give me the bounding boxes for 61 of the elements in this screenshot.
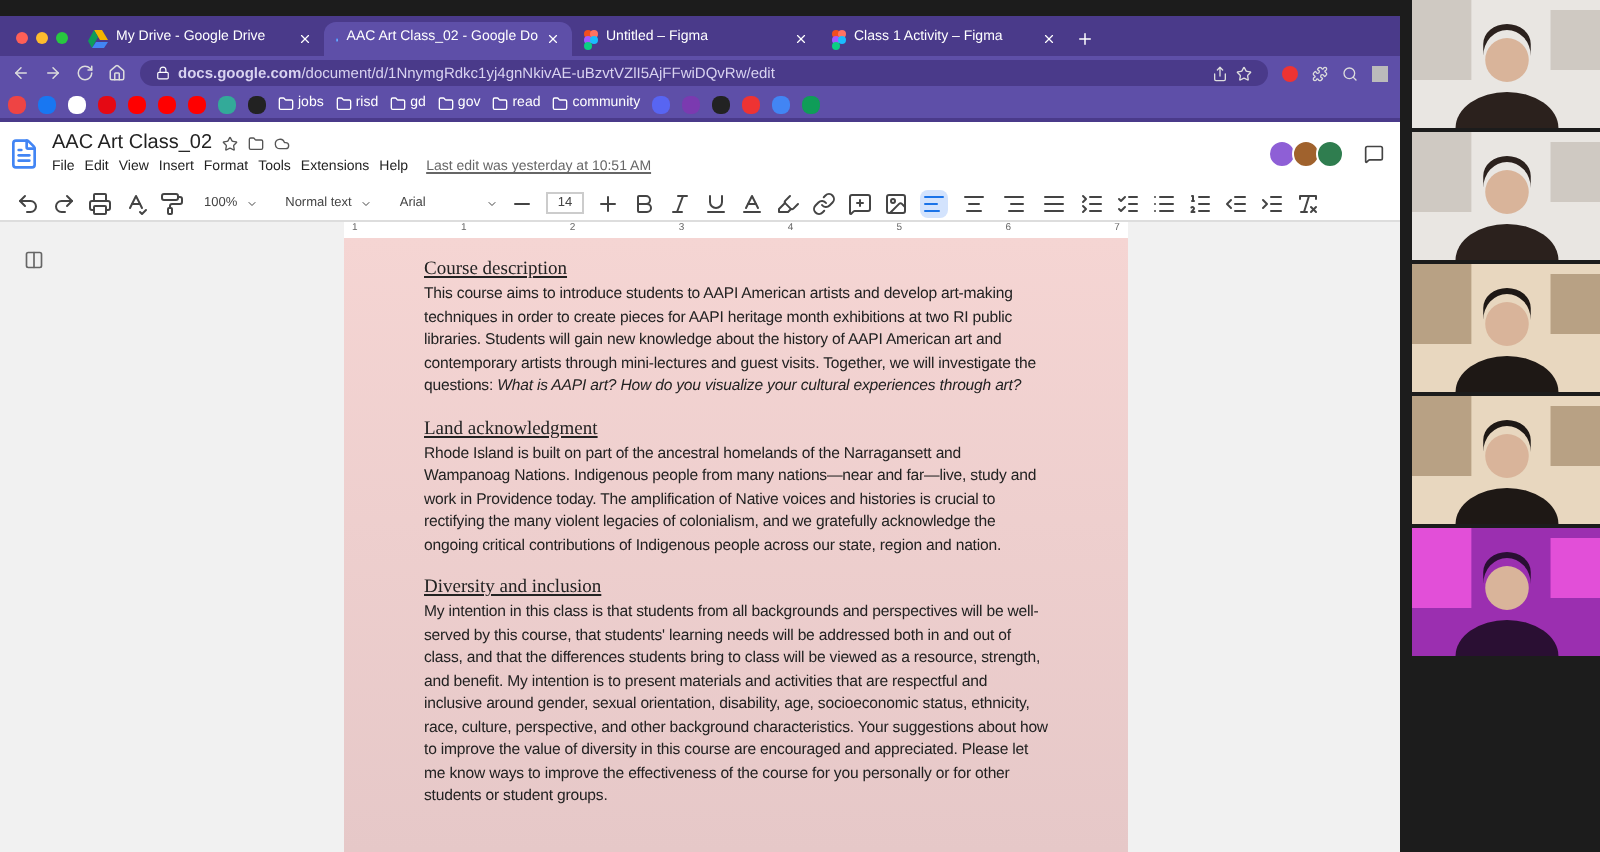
collaborator-avatar[interactable]	[1316, 140, 1344, 168]
folder-icon	[390, 96, 407, 112]
highlight-icon[interactable]	[776, 191, 801, 215]
drive-icon	[88, 30, 108, 48]
paint-format-icon[interactable]	[160, 191, 184, 215]
increase-indent-icon[interactable]	[1260, 191, 1285, 215]
undo-icon[interactable]	[16, 191, 40, 215]
folder-icon	[552, 96, 569, 112]
numbered-list-icon[interactable]	[1188, 191, 1213, 215]
figma-icon	[584, 29, 598, 49]
star-icon[interactable]	[222, 135, 239, 152]
puzzle-icon[interactable]	[1312, 65, 1328, 81]
section-heading: Land acknowledgment	[424, 417, 600, 441]
folder-icon	[335, 96, 352, 112]
line-spacing-icon[interactable]	[1080, 191, 1105, 215]
decrease-indent-icon[interactable]	[1224, 191, 1249, 215]
figma-icon	[832, 29, 846, 49]
comments-icon[interactable]	[1364, 144, 1384, 164]
folder-icon	[492, 96, 509, 112]
share-icon[interactable]	[1212, 65, 1228, 81]
forward-icon[interactable]	[44, 64, 62, 82]
link-icon[interactable]	[812, 191, 837, 215]
new-tab-icon[interactable]	[1076, 30, 1094, 48]
add-comment-icon[interactable]	[848, 191, 873, 215]
bookmark-star-icon[interactable]	[1236, 65, 1252, 81]
close-icon[interactable]	[1042, 32, 1056, 46]
caret-icon	[245, 197, 258, 209]
outline-icon[interactable]	[24, 250, 44, 270]
checklist-icon[interactable]	[1116, 191, 1141, 215]
collaborator-avatar[interactable]	[1268, 140, 1296, 168]
italic-icon[interactable]	[668, 191, 693, 215]
reload-icon[interactable]	[76, 64, 94, 82]
print-icon[interactable]	[88, 191, 112, 215]
close-icon[interactable]	[794, 32, 808, 46]
search-icon[interactable]	[1342, 65, 1358, 81]
clear-formatting-icon[interactable]	[1296, 191, 1321, 215]
profile-icon[interactable]	[1372, 65, 1388, 81]
close-icon[interactable]	[546, 32, 560, 46]
close-icon[interactable]	[298, 32, 312, 46]
collaborator-avatar[interactable]	[1292, 140, 1320, 168]
cloud-icon[interactable]	[274, 135, 291, 152]
redo-icon[interactable]	[52, 191, 76, 215]
folder-icon[interactable]	[248, 135, 265, 152]
align-button[interactable]	[920, 189, 949, 217]
docs-logo-icon[interactable]	[8, 134, 40, 174]
document-title[interactable]: AAC Art Class_02	[52, 128, 213, 159]
spellcheck-icon[interactable]	[124, 191, 148, 215]
increase-size-icon[interactable]	[596, 191, 621, 215]
section-heading: Diversity and inclusion	[424, 576, 604, 600]
image-icon[interactable]	[884, 191, 909, 215]
caret-icon	[485, 197, 498, 209]
bold-icon[interactable]	[632, 191, 657, 215]
lock-icon	[156, 66, 170, 80]
section-heading: Course description	[424, 258, 570, 282]
caret-icon	[359, 197, 372, 209]
text-color-icon[interactable]	[740, 191, 765, 215]
back-icon[interactable]	[12, 64, 30, 82]
folder-icon	[278, 96, 294, 112]
home-icon[interactable]	[108, 64, 126, 82]
folder-icon	[437, 96, 454, 112]
underline-icon[interactable]	[704, 191, 729, 215]
